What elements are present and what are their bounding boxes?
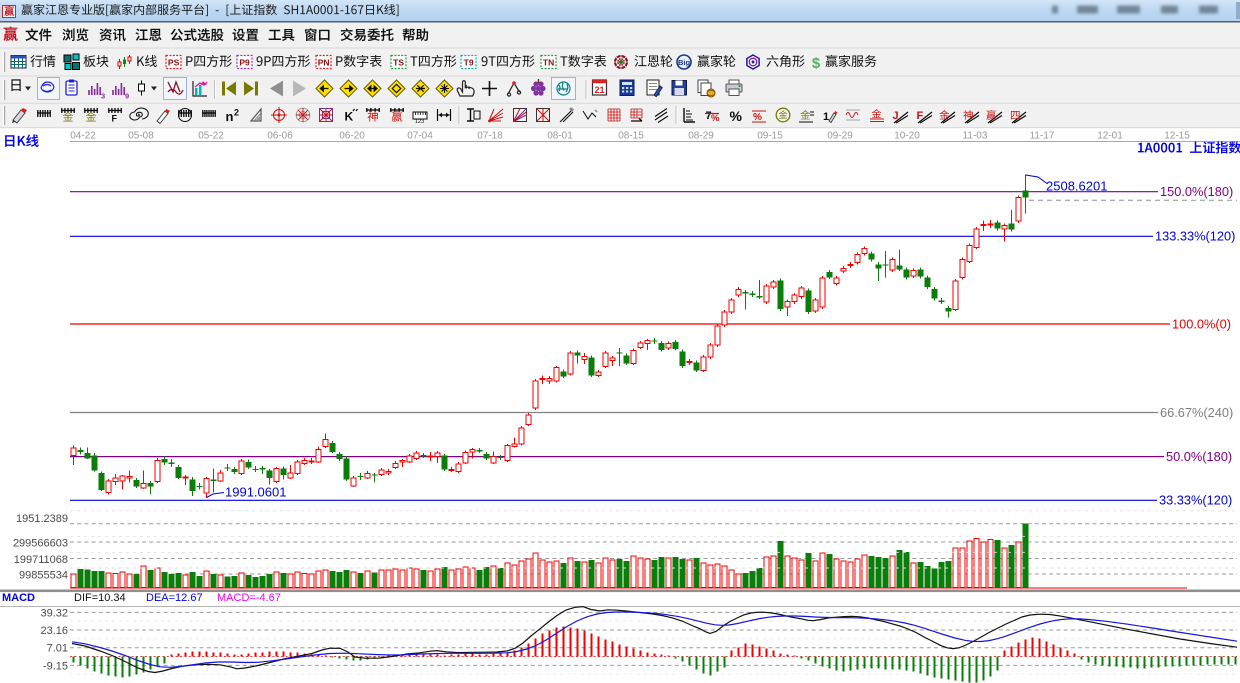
svg-text:-9.15: -9.15: [43, 660, 68, 672]
svg-text:TN: TN: [543, 57, 554, 67]
svg-text:2508.6201: 2508.6201: [1046, 179, 1107, 194]
svg-text:1951.2389: 1951.2389: [16, 513, 68, 525]
svg-text:08-29: 08-29: [688, 131, 714, 142]
svg-text:$: $: [812, 55, 821, 72]
svg-text:F: F: [917, 110, 924, 122]
svg-text:Big: Big: [678, 58, 691, 67]
svg-text:150.0%(180): 150.0%(180): [1160, 184, 1233, 199]
svg-text:1: 1: [823, 111, 829, 123]
svg-text:23.16: 23.16: [40, 625, 68, 637]
svg-text:11-17: 11-17: [1030, 131, 1055, 142]
svg-text:PN: PN: [318, 57, 330, 67]
svg-text:%: %: [711, 113, 720, 124]
svg-text:21: 21: [594, 85, 604, 95]
svg-text:08-15: 08-15: [618, 131, 644, 142]
svg-text:n: n: [226, 109, 234, 124]
svg-text:F: F: [112, 114, 118, 124]
svg-text:50.0%(180): 50.0%(180): [1166, 449, 1232, 464]
svg-text:100.0%(0): 100.0%(0): [1172, 316, 1231, 331]
svg-text:08-01: 08-01: [547, 131, 573, 142]
svg-text:T9: T9: [464, 57, 474, 67]
svg-text:7.01: 7.01: [47, 643, 68, 655]
svg-text:MACD=-4.67: MACD=-4.67: [217, 592, 281, 604]
svg-text:07-18: 07-18: [477, 131, 503, 142]
svg-text:K: K: [345, 110, 354, 124]
svg-text:%: %: [730, 108, 743, 124]
svg-text:DIF=10.34: DIF=10.34: [74, 592, 126, 604]
svg-text:11-03: 11-03: [963, 131, 988, 142]
svg-text:9: 9: [125, 92, 129, 101]
svg-text:33.33%(120): 33.33%(120): [1159, 493, 1232, 508]
svg-text:133.33%(120): 133.33%(120): [1155, 229, 1235, 244]
svg-text:199711068: 199711068: [14, 554, 68, 566]
svg-text:TS: TS: [393, 57, 404, 67]
svg-text:3: 3: [101, 92, 105, 101]
svg-text:09-15: 09-15: [757, 131, 783, 142]
svg-text:66.67%(240): 66.67%(240): [1160, 405, 1233, 420]
svg-text:12-15: 12-15: [1164, 131, 1190, 142]
svg-text:PS: PS: [168, 57, 180, 67]
svg-text:DEA=12.67: DEA=12.67: [146, 592, 203, 604]
svg-text:1991.0601: 1991.0601: [225, 485, 286, 500]
svg-text:123: 123: [415, 119, 424, 125]
svg-text:%: %: [753, 112, 762, 123]
svg-text:05-22: 05-22: [198, 131, 224, 142]
svg-text:04-22: 04-22: [70, 131, 96, 142]
svg-text:39.32: 39.32: [40, 607, 68, 619]
svg-text:MACD: MACD: [2, 592, 35, 604]
svg-text:09-29: 09-29: [827, 131, 853, 142]
svg-text:05-08: 05-08: [128, 131, 154, 142]
svg-text:10-20: 10-20: [894, 131, 920, 142]
svg-text:12-01: 12-01: [1097, 131, 1123, 142]
svg-text:P9: P9: [239, 57, 250, 67]
svg-text:07-04: 07-04: [407, 131, 433, 142]
svg-text:2: 2: [234, 108, 239, 118]
svg-text:J: J: [893, 110, 899, 122]
svg-text:06-20: 06-20: [339, 131, 365, 142]
svg-text:299566603: 299566603: [13, 537, 68, 549]
svg-text:99855534: 99855534: [19, 569, 68, 581]
svg-text:06-06: 06-06: [267, 131, 293, 142]
